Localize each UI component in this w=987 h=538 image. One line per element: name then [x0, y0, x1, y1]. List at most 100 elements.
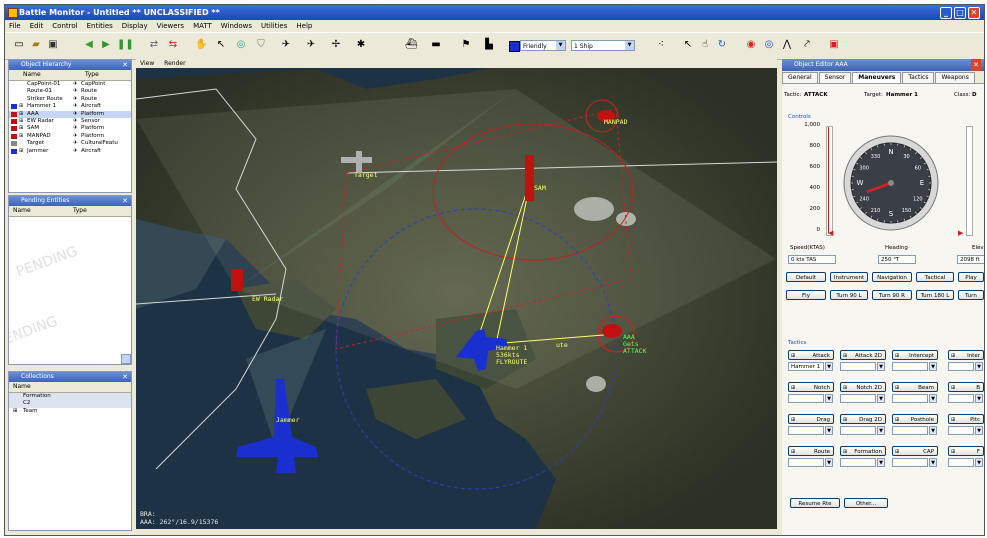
cursor-icon[interactable]: ↖: [682, 39, 694, 51]
tactic-notch-button[interactable]: ⊞ Notch: [788, 382, 834, 392]
chevron-down-icon[interactable]: ▼: [825, 394, 833, 403]
pause-icon[interactable]: ❚❚: [117, 39, 134, 51]
expand-icon[interactable]: ⊞: [19, 118, 27, 125]
map-menu-view[interactable]: View: [140, 60, 154, 67]
elevation-slider-handle[interactable]: ▶: [958, 229, 963, 237]
aircraft-tool-icon[interactable]: ✈: [280, 39, 292, 51]
collection-item[interactable]: ⊞ Team: [9, 408, 131, 415]
chevron-down-icon[interactable]: ▼: [975, 394, 983, 403]
expand-icon[interactable]: ⊞: [19, 125, 27, 132]
expand-icon[interactable]: ⊞: [951, 351, 955, 359]
expand-icon[interactable]: ⊞: [895, 415, 899, 423]
chevron-down-icon[interactable]: ▼: [975, 426, 983, 435]
ground-unit-icon[interactable]: ⚑: [460, 39, 472, 51]
chevron-down-icon[interactable]: ▼: [877, 426, 885, 435]
hierarchy-row[interactable]: ⊞ EW Radar ✈ Sensor: [9, 118, 131, 125]
expand-icon[interactable]: ⊞: [951, 383, 955, 391]
maneuver-button[interactable]: Turn 90 R: [872, 290, 912, 300]
helicopter-tool-icon[interactable]: ✢: [330, 39, 342, 51]
route-tool-icon[interactable]: ⋀: [781, 39, 793, 51]
tactic-attack-2d-button[interactable]: ⊞ Attack 2D: [840, 350, 886, 360]
mode-tactical-button[interactable]: Tactical: [916, 272, 954, 282]
expand-icon[interactable]: ⊞: [951, 415, 955, 423]
new-file-icon[interactable]: ▭: [13, 39, 25, 51]
radar-icon[interactable]: ◎: [763, 39, 775, 51]
close-icon[interactable]: ✕: [122, 372, 128, 382]
chevron-down-icon[interactable]: ▼: [975, 362, 983, 371]
expand-icon[interactable]: ⊞: [895, 383, 899, 391]
open-folder-icon[interactable]: ▰: [30, 39, 42, 51]
expand-icon[interactable]: ⊞: [791, 383, 795, 391]
mode-instrument-button[interactable]: Instrument: [830, 272, 868, 282]
tactic-f-button[interactable]: ⊞ F: [948, 446, 984, 456]
hierarchy-row[interactable]: ⊞ Hammer 1 ✈ Aircraft: [9, 103, 131, 110]
chevron-down-icon[interactable]: ▼: [929, 394, 937, 403]
hierarchy-row[interactable]: ⊞ MANPAD ✈ Platform: [9, 133, 131, 140]
resume-route-button[interactable]: Resume Rte: [790, 498, 840, 508]
tactic-target-select[interactable]: [840, 362, 876, 371]
mode-default-button[interactable]: Default: [786, 272, 826, 282]
tactic-posthole-button[interactable]: ⊞ Posthole: [892, 414, 938, 424]
tactic-intercept-button[interactable]: ⊞ Intercept: [892, 350, 938, 360]
close-icon[interactable]: ✕: [971, 59, 981, 71]
tab-general[interactable]: General: [782, 72, 818, 83]
menu-entities[interactable]: Entities: [87, 22, 113, 30]
maneuver-button[interactable]: Turn 90 L: [830, 290, 868, 300]
step-back-icon[interactable]: ◀: [83, 39, 95, 51]
map-menu-render[interactable]: Render: [164, 60, 185, 67]
menu-display[interactable]: Display: [122, 22, 148, 30]
minimize-button[interactable]: _: [940, 7, 952, 19]
expand-icon[interactable]: ⊞: [895, 351, 899, 359]
hierarchy-row[interactable]: ⊞ SAM ✈ Platform: [9, 125, 131, 132]
hierarchy-row[interactable]: Target ✈ CulturalFeatu: [9, 140, 131, 147]
tactic-target-select[interactable]: [892, 458, 928, 467]
tactic-attack-button[interactable]: ⊞ Attack: [788, 350, 834, 360]
mode-play-button[interactable]: Play: [958, 272, 984, 282]
tactic-route-button[interactable]: ⊞ Route: [788, 446, 834, 456]
tactic-b-button[interactable]: ⊞ B: [948, 382, 984, 392]
mode-navigation-button[interactable]: Navigation: [872, 272, 912, 282]
chevron-down-icon[interactable]: ▼: [825, 362, 833, 371]
maneuver-button[interactable]: Fly: [786, 290, 826, 300]
expand-icon[interactable]: ⊞: [13, 408, 23, 415]
chevron-down-icon[interactable]: ▼: [877, 394, 885, 403]
shield-icon[interactable]: ⛉: [255, 39, 267, 51]
refresh-icon[interactable]: ↻: [716, 39, 728, 51]
unit-select[interactable]: 1 Ship ▼: [571, 40, 635, 51]
expand-icon[interactable]: ⊞: [895, 447, 899, 455]
tactic-beam-button[interactable]: ⊞ Beam: [892, 382, 938, 392]
tactic-pitc-button[interactable]: ⊞ Pitc: [948, 414, 984, 424]
expand-icon[interactable]: ⊞: [843, 383, 847, 391]
menu-windows[interactable]: Windows: [221, 22, 252, 30]
hierarchy-row[interactable]: Striker Route ✈ Route: [9, 96, 131, 103]
collection-item[interactable]: C2: [9, 400, 131, 408]
tactic-target-select[interactable]: [948, 362, 974, 371]
menu-file[interactable]: File: [9, 22, 21, 30]
tactic-target-select[interactable]: [788, 426, 824, 435]
ship-tool-icon[interactable]: ⛴: [405, 39, 418, 51]
pointer-tool-icon[interactable]: ✋: [195, 39, 207, 51]
alert-icon[interactable]: ▣: [828, 39, 840, 51]
hand-icon[interactable]: ☝: [699, 39, 711, 51]
hierarchy-row[interactable]: ⊞ Jammer ✈ Aircraft: [9, 148, 131, 155]
force-select[interactable]: Friendly ▼: [520, 40, 566, 51]
sync-icon[interactable]: ⇄: [148, 39, 160, 51]
fighter-tool-icon[interactable]: ✈: [305, 39, 317, 51]
close-icon[interactable]: ✕: [122, 60, 128, 70]
col-type-header[interactable]: Type: [73, 206, 87, 216]
swap-icon[interactable]: ⇆: [167, 39, 179, 51]
chevron-down-icon[interactable]: ▼: [625, 41, 634, 50]
speed-slider-handle[interactable]: ◀: [828, 229, 833, 237]
target-icon[interactable]: ◉: [745, 39, 757, 51]
maximize-button[interactable]: □: [954, 7, 966, 19]
chevron-down-icon[interactable]: ▼: [929, 362, 937, 371]
tab-sensor[interactable]: Sensor: [818, 72, 852, 83]
scatter-icon[interactable]: ⁖: [655, 39, 667, 51]
heading-field[interactable]: 250 °T: [878, 255, 916, 264]
tactic-target-select[interactable]: [892, 362, 928, 371]
tactic-target-select[interactable]: Hammer 1: [788, 362, 824, 371]
tactic-cap-button[interactable]: ⊞ CAP: [892, 446, 938, 456]
chevron-down-icon[interactable]: ▼: [929, 426, 937, 435]
menu-control[interactable]: Control: [52, 22, 77, 30]
col-name-header[interactable]: Name: [9, 70, 85, 80]
